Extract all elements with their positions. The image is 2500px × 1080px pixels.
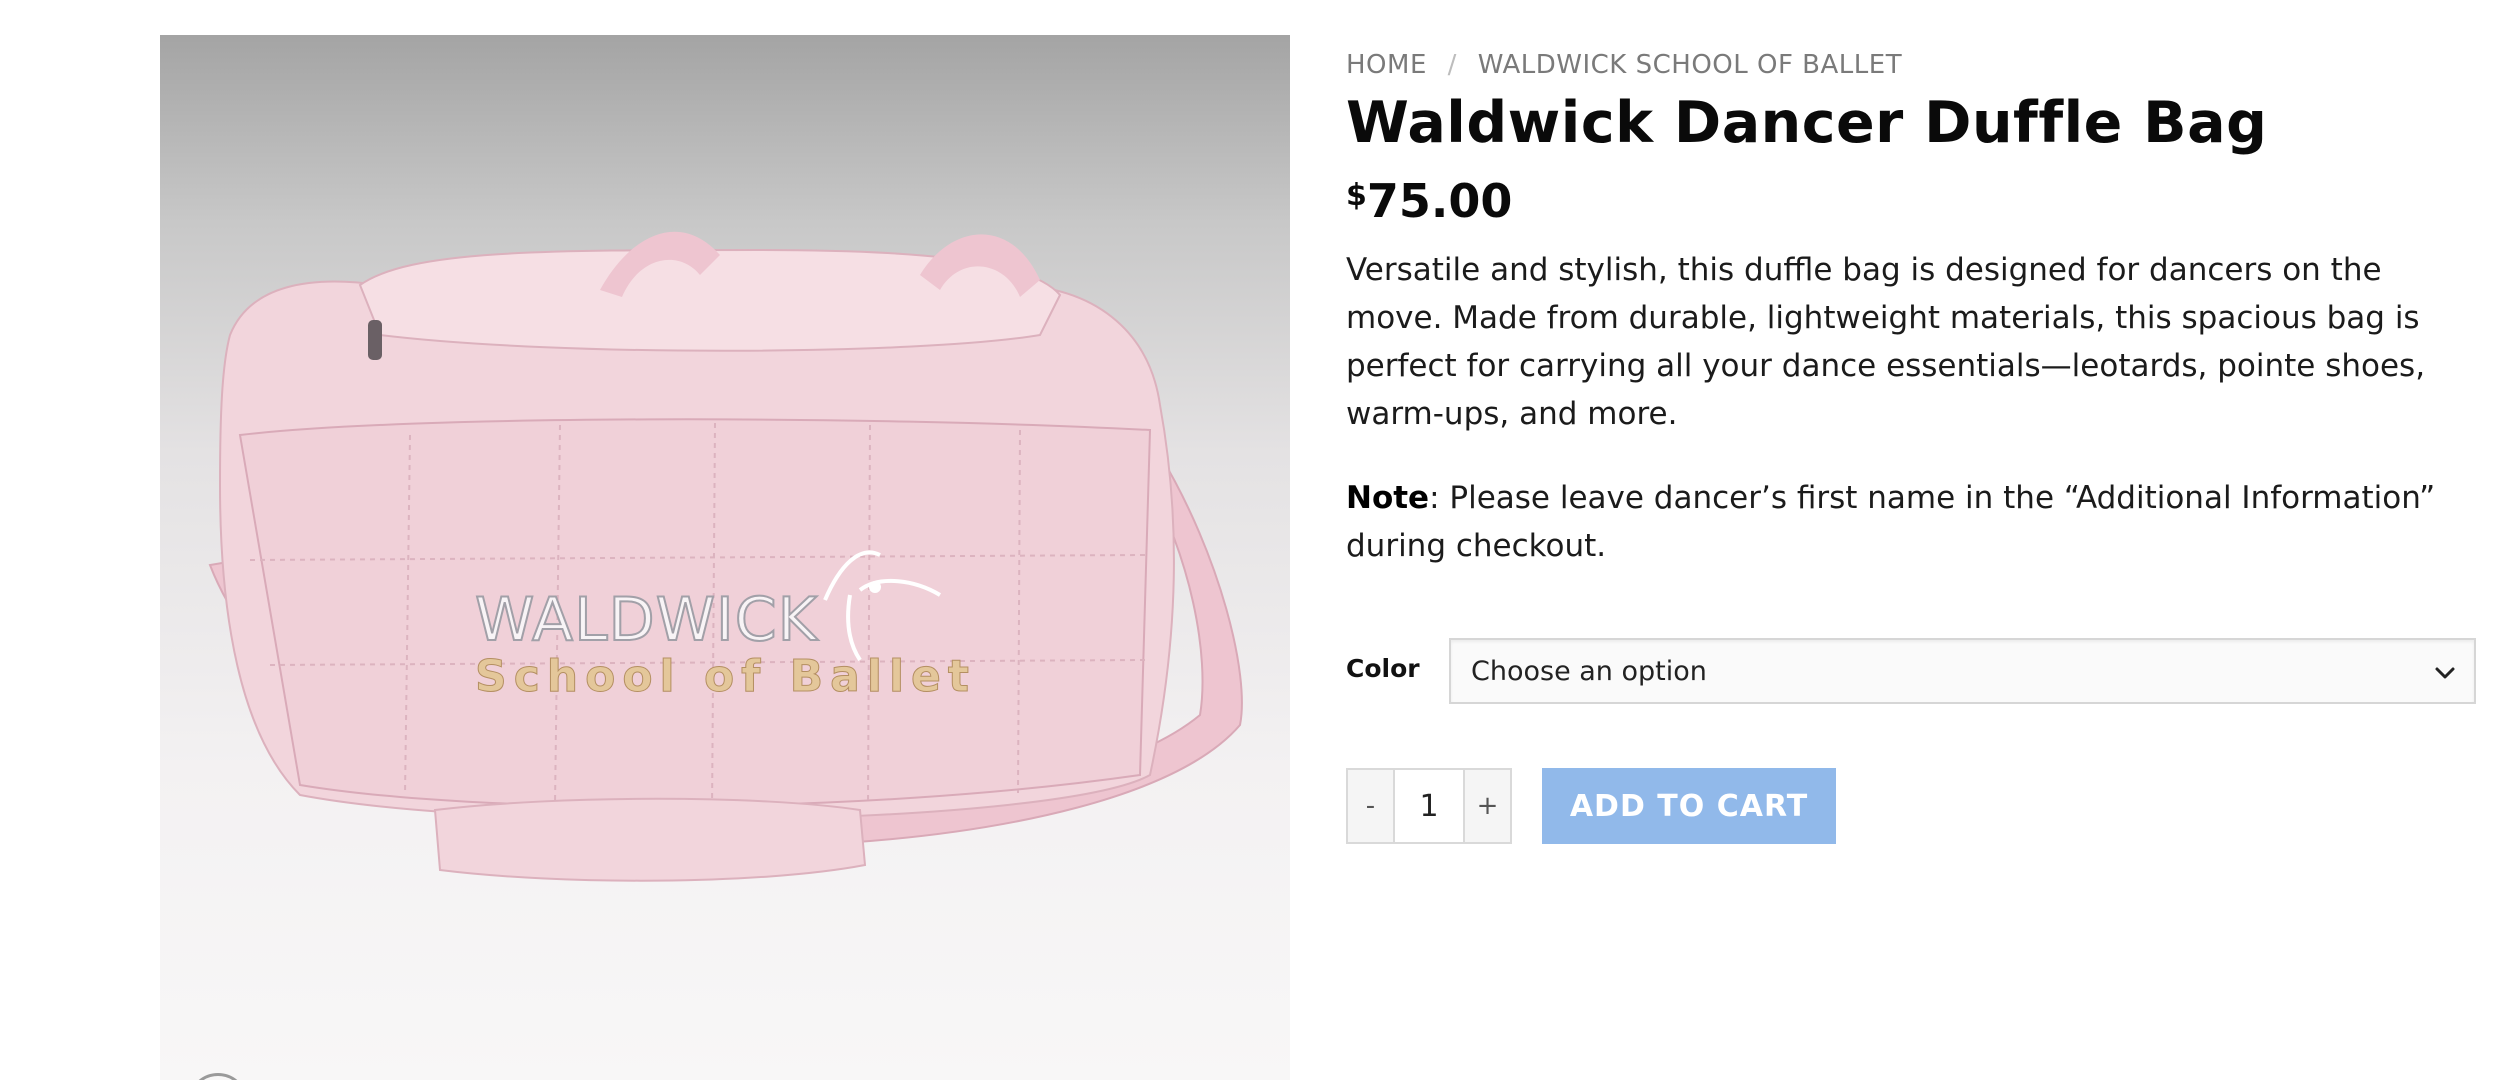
breadcrumb-home-link[interactable]: HOME <box>1346 50 1427 80</box>
logo-line-2: School of Ballet <box>475 651 976 703</box>
color-select-value: Choose an option <box>1471 655 1707 687</box>
product-description: Versatile and stylish, this duffle bag i… <box>1346 252 2426 432</box>
product-title: Waldwick Dancer Duffle Bag <box>1346 90 2268 156</box>
color-select[interactable]: Choose an option <box>1449 638 2476 704</box>
product-image-gallery[interactable]: WALDWICK School of Ballet <box>160 35 1290 1080</box>
product-note: Note: Please leave dancer’s first name i… <box>1346 474 2456 570</box>
breadcrumb-separator: / <box>1447 50 1457 80</box>
chevron-down-icon <box>2435 667 2455 679</box>
add-to-cart-button[interactable]: ADD TO CART <box>1542 768 1836 844</box>
add-to-cart-row: - 1 + ADD TO CART <box>1346 768 1836 844</box>
note-text: : Please leave dancer’s first name in th… <box>1346 480 2436 564</box>
quantity-input[interactable]: 1 <box>1393 770 1465 842</box>
currency-symbol: $ <box>1346 178 1367 213</box>
product-summary: HOME / WALDWICK SCHOOL OF BALLET Waldwic… <box>1346 50 2476 844</box>
logo-line-1: WALDWICK <box>474 584 818 656</box>
quantity-plus-button[interactable]: + <box>1465 770 1510 842</box>
note-label: Note <box>1346 480 1430 516</box>
color-variation: Color Choose an option <box>1346 638 2476 704</box>
color-label: Color <box>1346 654 1420 683</box>
duffle-bag-image <box>208 231 1243 882</box>
quantity-stepper: - 1 + <box>1346 768 1512 844</box>
product-price: $ 75.00 <box>1346 174 2476 228</box>
quantity-minus-button[interactable]: - <box>1348 770 1393 842</box>
breadcrumb: HOME / WALDWICK SCHOOL OF BALLET <box>1346 50 2476 80</box>
breadcrumb-category-link[interactable]: WALDWICK SCHOOL OF BALLET <box>1478 50 1902 80</box>
product-logo: WALDWICK School of Ballet <box>474 584 976 703</box>
price-amount: 75.00 <box>1366 174 1513 228</box>
